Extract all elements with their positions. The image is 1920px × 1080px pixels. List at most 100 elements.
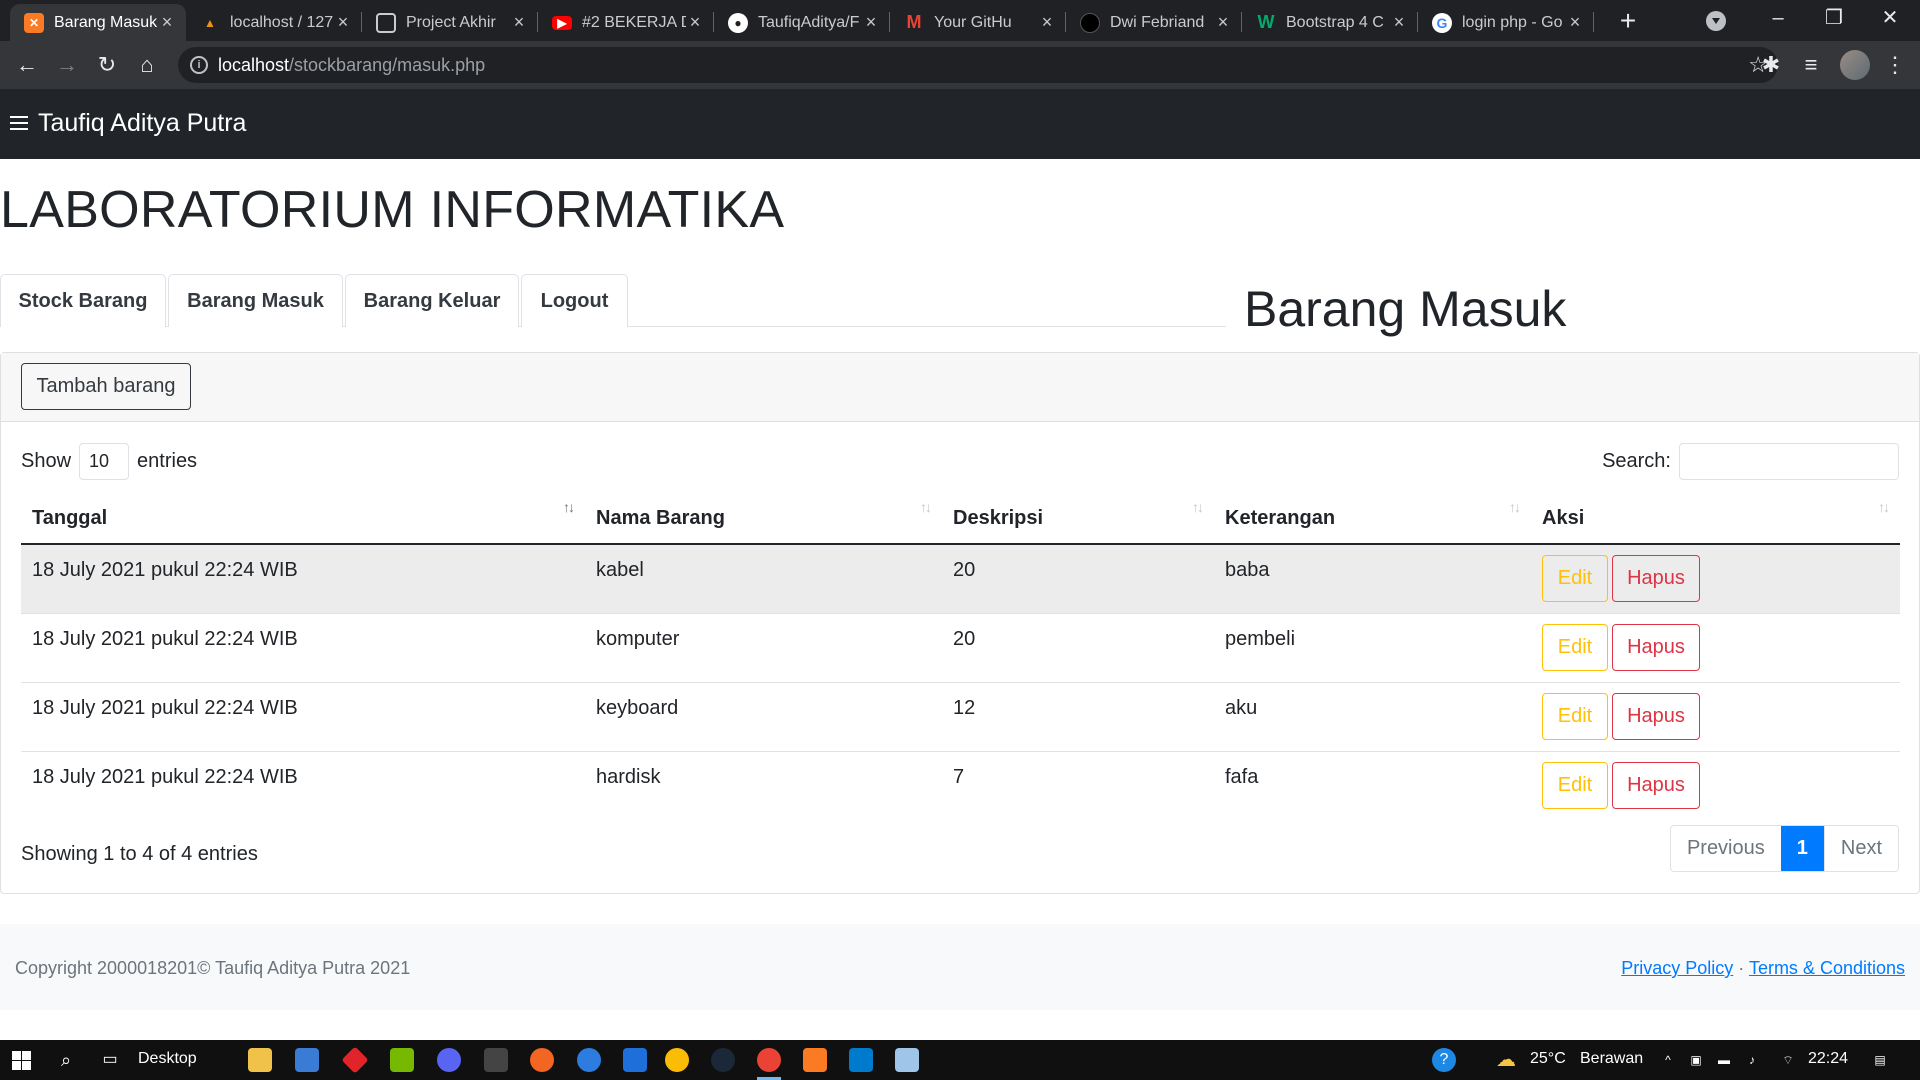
chevron-up-icon[interactable]: ^ (1656, 1048, 1680, 1072)
tab-barang-keluar[interactable]: Barang Keluar (345, 274, 519, 327)
edit-button[interactable]: Edit (1542, 692, 1608, 740)
delete-button[interactable]: Hapus (1612, 692, 1700, 740)
weather-temperature[interactable]: 25°C (1530, 1050, 1566, 1068)
search-icon[interactable]: ⌕ (54, 1048, 78, 1072)
browser-tab-gmail[interactable]: M Your GitHu × (890, 4, 1066, 41)
tab-stock-barang[interactable]: Stock Barang (0, 274, 166, 327)
column-header-deskripsi[interactable]: Deskripsi ↑↓ (942, 494, 1214, 545)
discord-icon[interactable] (437, 1048, 461, 1072)
tab-search-icon[interactable] (1706, 11, 1726, 31)
back-icon[interactable]: ← (12, 50, 42, 80)
battery-icon[interactable]: ▬ (1712, 1048, 1736, 1072)
tab-title: Bootstrap 4 C (1286, 13, 1384, 31)
xampp-icon[interactable] (803, 1048, 827, 1072)
close-icon[interactable]: × (334, 12, 352, 33)
browser-tab-project-akhir[interactable]: Project Akhir × (362, 4, 538, 41)
tab-logout[interactable]: Logout (521, 274, 628, 327)
browser-tab-login-php[interactable]: G login php - Go × (1418, 4, 1594, 41)
pagination-next[interactable]: Next (1823, 826, 1898, 871)
column-header-aksi[interactable]: Aksi ↑↓ (1531, 494, 1900, 545)
volume-icon[interactable]: ♪ (1740, 1048, 1764, 1072)
site-info-icon[interactable]: i (190, 56, 208, 74)
pagination-previous[interactable]: Previous (1671, 826, 1781, 871)
add-item-button[interactable]: Tambah barang (21, 363, 191, 410)
clock-time[interactable]: 22:24 (1808, 1050, 1848, 1068)
app-icon[interactable] (341, 1046, 369, 1074)
browser-menu-icon[interactable]: ⋮ (1880, 50, 1910, 80)
weather-condition[interactable]: Berawan (1580, 1050, 1643, 1068)
address-bar[interactable]: i localhost/stockbarang/masuk.php ☆ (178, 47, 1778, 83)
weather-cloud-icon[interactable]: ☁ (1494, 1048, 1518, 1072)
browser-tab-github[interactable]: ● TaufiqAditya/F × (714, 4, 890, 41)
chrome-icon[interactable] (757, 1048, 781, 1072)
close-icon[interactable]: × (1390, 12, 1408, 33)
windows-start-icon[interactable] (12, 1051, 31, 1070)
app-icon[interactable] (577, 1048, 601, 1072)
menu-toggle-icon[interactable] (10, 116, 28, 132)
browser-tab-bootstrap[interactable]: W Bootstrap 4 C × (1242, 4, 1418, 41)
close-window-button[interactable]: ✕ (1862, 4, 1918, 34)
table-row: 18 July 2021 pukul 22:24 WIB keyboard 12… (21, 681, 1900, 751)
file-explorer-icon[interactable] (248, 1048, 272, 1072)
edit-button[interactable]: Edit (1542, 761, 1608, 809)
navbar-brand[interactable]: Taufiq Aditya Putra (38, 109, 246, 138)
close-icon[interactable]: × (1214, 12, 1232, 33)
steam-icon[interactable] (711, 1048, 735, 1072)
entries-select[interactable]: 10 (79, 443, 130, 480)
terms-link[interactable]: Terms & Conditions (1749, 958, 1905, 978)
tab-barang-masuk[interactable]: Barang Masuk (168, 274, 343, 327)
close-icon[interactable]: × (862, 12, 880, 33)
browser-tab-barang-masuk[interactable]: ✕ Barang Masuk × (10, 4, 186, 41)
forward-icon[interactable]: → (52, 50, 82, 80)
app-icon[interactable] (530, 1048, 554, 1072)
notepad-icon[interactable] (895, 1048, 919, 1072)
cell-deskripsi: 20 (942, 612, 1214, 682)
delete-button[interactable]: Hapus (1612, 555, 1700, 602)
media-control-icon[interactable]: ≡ (1796, 50, 1826, 80)
nvidia-icon[interactable] (390, 1048, 414, 1072)
delete-button[interactable]: Hapus (1612, 623, 1700, 671)
home-icon[interactable]: ⌂ (132, 50, 162, 80)
column-header-nama-barang[interactable]: Nama Barang ↑↓ (585, 494, 942, 545)
close-icon[interactable]: × (1038, 12, 1056, 33)
url-text: localhost/stockbarang/masuk.php (218, 55, 485, 76)
cell-aksi: Edit Hapus (1531, 750, 1900, 820)
restore-button[interactable]: ❐ (1806, 4, 1862, 34)
column-header-keterangan[interactable]: Keterangan ↑↓ (1214, 494, 1531, 545)
profile-avatar[interactable] (1840, 50, 1870, 80)
browser-tab-youtube[interactable]: ▶ #2 BEKERJA DI × (538, 4, 714, 41)
close-icon[interactable]: × (1566, 12, 1584, 33)
desktop-toolbar-label[interactable]: Desktop (138, 1050, 197, 1068)
close-icon[interactable]: × (510, 12, 528, 33)
app-icon[interactable] (623, 1048, 647, 1072)
pagination-page-1[interactable]: 1 (1780, 826, 1824, 871)
browser-tab-dwi-febrianda[interactable]: Dwi Febriand × (1066, 4, 1242, 41)
calculator-icon[interactable] (484, 1048, 508, 1072)
minimize-button[interactable]: – (1750, 4, 1806, 34)
column-header-tanggal[interactable]: Tanggal ↑↓ (21, 494, 585, 545)
edit-button[interactable]: Edit (1542, 555, 1608, 602)
browser-tab-localhost[interactable]: ▲ localhost / 127 × (186, 4, 362, 41)
privacy-policy-link[interactable]: Privacy Policy (1621, 958, 1733, 978)
search-input[interactable] (1679, 443, 1899, 480)
store-icon[interactable] (295, 1048, 319, 1072)
network-icon[interactable]: ▣ (1684, 1048, 1708, 1072)
vscode-icon[interactable] (849, 1048, 873, 1072)
chrome-icon[interactable] (665, 1048, 689, 1072)
close-icon[interactable]: × (686, 12, 704, 33)
cell-nama-barang: kabel (585, 543, 942, 613)
notification-icon[interactable]: ▤ (1868, 1048, 1892, 1072)
task-view-icon[interactable]: ▭ (98, 1048, 122, 1072)
extensions-icon[interactable]: ✱ (1756, 50, 1786, 80)
close-icon[interactable]: × (158, 12, 176, 33)
entries-label: entries (137, 450, 198, 472)
wifi-icon[interactable]: ⌔ (1776, 1048, 1800, 1072)
delete-button[interactable]: Hapus (1612, 761, 1700, 809)
new-tab-button[interactable]: + (1612, 6, 1644, 38)
reload-icon[interactable]: ↻ (92, 50, 122, 80)
tab-title: Your GitHu (934, 13, 1012, 31)
section-title: Barang Masuk (1244, 281, 1567, 337)
edit-button[interactable]: Edit (1542, 623, 1608, 671)
tab-title: TaufiqAditya/F (758, 13, 860, 31)
help-icon[interactable]: ? (1432, 1048, 1456, 1072)
